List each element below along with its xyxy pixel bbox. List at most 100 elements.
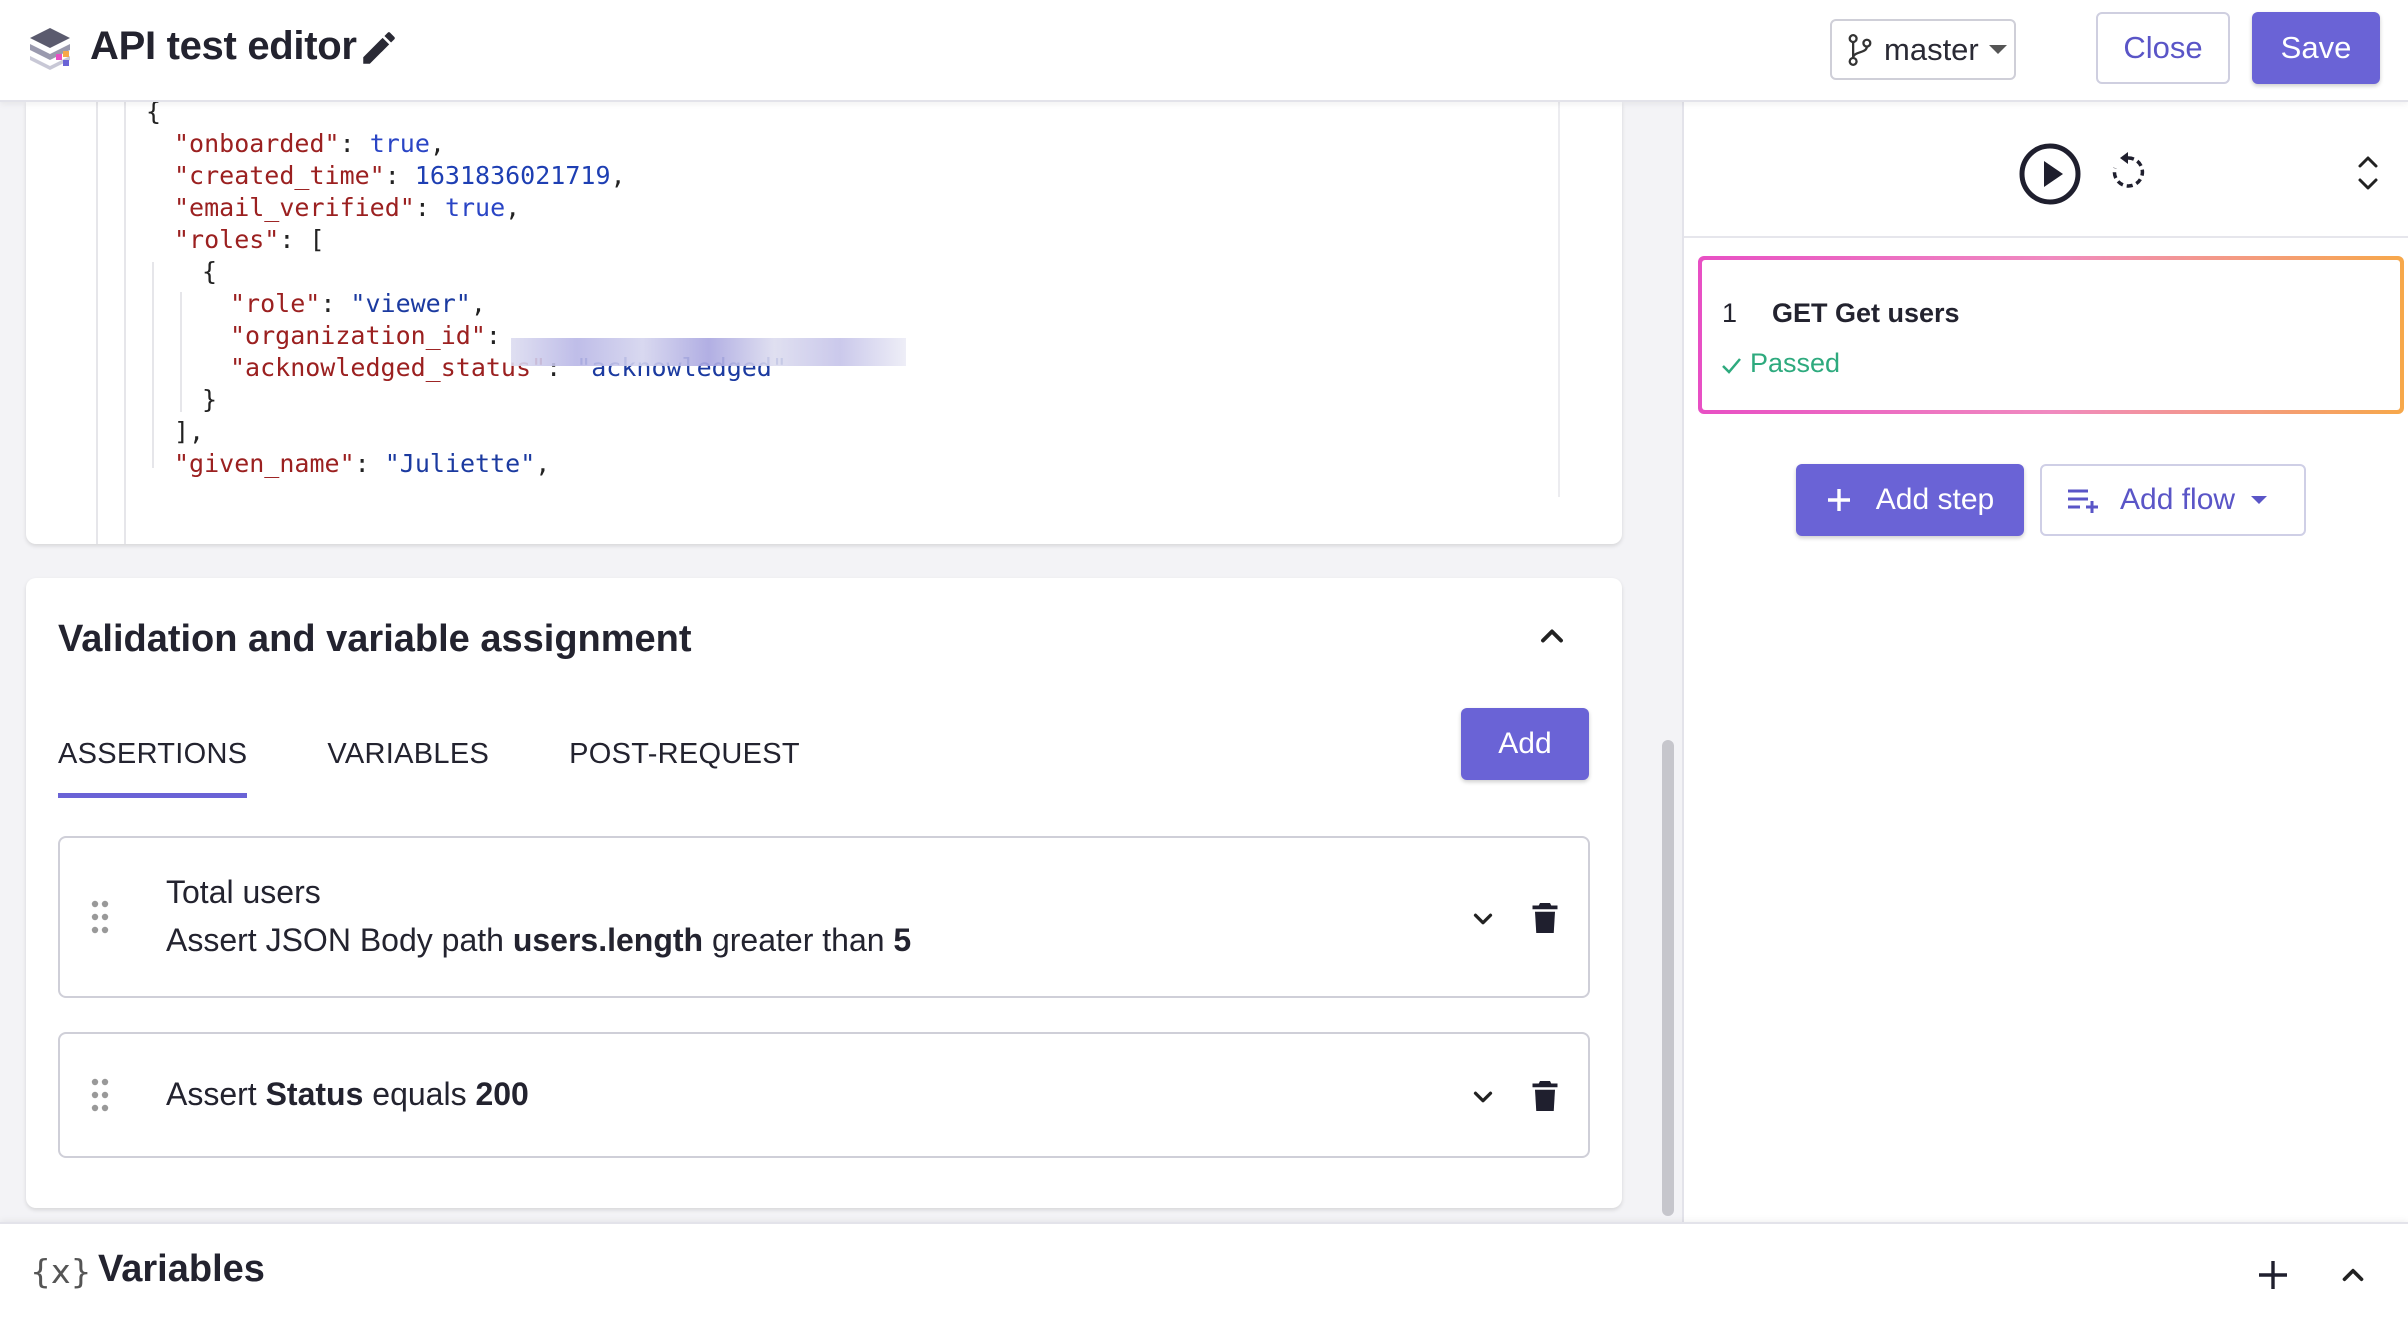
branch-name: master bbox=[1884, 31, 1979, 67]
code-token: : bbox=[414, 193, 445, 222]
code-token: : bbox=[485, 321, 501, 350]
left-pane-scrollbar-thumb[interactable] bbox=[1662, 740, 1674, 1216]
code-line: { bbox=[26, 256, 787, 288]
assertion-operator: equals bbox=[372, 1076, 467, 1112]
assertion-operator: greater than bbox=[711, 922, 885, 958]
code-token: true bbox=[369, 129, 430, 158]
code-scrollbar[interactable] bbox=[1558, 102, 1588, 497]
expand-collapse-icon[interactable] bbox=[2354, 152, 2382, 194]
code-token: "organization_id" bbox=[230, 321, 486, 350]
code-token: , bbox=[470, 289, 486, 318]
code-token: "Juliette" bbox=[384, 449, 536, 478]
code-token: } bbox=[202, 385, 218, 414]
code-token: , bbox=[610, 161, 626, 190]
code-line: "role": "viewer", bbox=[26, 288, 787, 320]
add-flow-button[interactable]: Add flow bbox=[2040, 464, 2306, 536]
redacted-value bbox=[511, 338, 906, 366]
code-line: ], bbox=[26, 416, 787, 448]
add-flow-label: Add flow bbox=[2120, 483, 2236, 516]
git-branch-icon bbox=[1848, 33, 1872, 66]
validation-panel: Validation and variable assignment ASSER… bbox=[26, 578, 1622, 1208]
code-token: "roles" bbox=[174, 225, 280, 254]
close-button[interactable]: Close bbox=[2096, 12, 2230, 84]
step-card[interactable]: 1 GET Get users Passed bbox=[1698, 256, 2404, 414]
page-title: API test editor bbox=[90, 24, 357, 68]
code-line: { bbox=[26, 102, 787, 128]
code-line: "onboarded": true, bbox=[26, 128, 787, 160]
step-title: GET Get users bbox=[1772, 298, 1960, 328]
app-logo-icon bbox=[30, 28, 70, 70]
code-token: true bbox=[444, 193, 506, 222]
run-panel: 1 GET Get users Passed Add step Add flow bbox=[1682, 102, 2408, 1222]
tab-post-request[interactable]: POST-REQUEST bbox=[569, 738, 800, 798]
drag-handle-icon[interactable] bbox=[90, 900, 110, 934]
variables-title: Variables bbox=[98, 1248, 265, 1290]
assertion-item[interactable]: Assert Status equals 200 bbox=[58, 1032, 1590, 1158]
code-line: } bbox=[26, 384, 787, 416]
code-token: : bbox=[320, 289, 351, 318]
variables-icon: {x} bbox=[30, 1252, 92, 1291]
code-token: : bbox=[384, 161, 415, 190]
code-token: "viewer" bbox=[350, 289, 471, 318]
step-status: Passed bbox=[1750, 348, 1841, 378]
assertion-target: users.length bbox=[512, 922, 704, 958]
assertion-prefix: Assert bbox=[166, 1076, 257, 1112]
code-token: 1631836021719 bbox=[414, 161, 611, 190]
add-assertion-button[interactable]: Add bbox=[1461, 708, 1589, 780]
code-token: { bbox=[146, 102, 162, 126]
expand-chevron-up-icon[interactable] bbox=[2336, 1258, 2370, 1292]
code-token: "onboarded" bbox=[174, 129, 340, 158]
add-step-button[interactable]: Add step bbox=[1796, 464, 2024, 536]
delete-trash-icon[interactable] bbox=[1530, 900, 1560, 936]
assertion-name: Total users bbox=[166, 874, 321, 910]
chevron-down-icon bbox=[2251, 496, 2268, 504]
validation-title: Validation and variable assignment bbox=[58, 618, 692, 660]
code-token: { bbox=[202, 257, 218, 286]
assertion-value: 5 bbox=[893, 922, 912, 958]
branch-selector[interactable]: master bbox=[1830, 19, 2016, 80]
expand-chevron-down-icon[interactable] bbox=[1468, 1082, 1498, 1112]
chevron-down-icon bbox=[1988, 45, 2007, 54]
tab-variables[interactable]: VARIABLES bbox=[327, 738, 489, 798]
code-token: "role" bbox=[230, 289, 321, 318]
run-controls bbox=[1684, 102, 2408, 238]
delete-trash-icon[interactable] bbox=[1530, 1078, 1560, 1114]
reset-icon[interactable] bbox=[2108, 150, 2148, 194]
step-number: 1 bbox=[1722, 298, 1738, 328]
assertion-prefix: Assert JSON Body path bbox=[166, 922, 504, 958]
code-token: , bbox=[429, 129, 445, 158]
step-card-body: 1 GET Get users Passed bbox=[1702, 260, 2400, 410]
code-token: ], bbox=[174, 417, 205, 446]
plus-icon bbox=[1827, 489, 1850, 511]
code-token: : bbox=[354, 449, 385, 478]
code-token: "email_verified" bbox=[174, 193, 415, 222]
response-body-panel: {"onboarded": true, "created_time": 16318… bbox=[26, 102, 1622, 544]
code-line: "roles": [ bbox=[26, 224, 787, 256]
add-variable-plus-icon[interactable] bbox=[2256, 1258, 2290, 1292]
code-token: "given_name" bbox=[174, 449, 355, 478]
code-token: , bbox=[535, 449, 551, 478]
assertion-target: Status bbox=[265, 1076, 364, 1112]
playlist-add-icon bbox=[2068, 489, 2098, 513]
code-token: : [ bbox=[279, 225, 325, 254]
code-token: : bbox=[339, 129, 370, 158]
json-code-view[interactable]: {"onboarded": true, "created_time": 16318… bbox=[26, 102, 787, 480]
code-line: "email_verified": true, bbox=[26, 192, 787, 224]
variables-bar: {x} Variables bbox=[0, 1222, 2408, 1322]
code-line: "given_name": "Juliette", bbox=[26, 448, 787, 480]
assertion-item[interactable]: Total users Assert JSON Body path users.… bbox=[58, 836, 1590, 998]
tab-assertions[interactable]: ASSERTIONS bbox=[58, 738, 248, 798]
add-step-label: Add step bbox=[1875, 483, 1995, 516]
edit-pencil-icon[interactable] bbox=[358, 26, 400, 70]
save-button[interactable]: Save bbox=[2252, 12, 2380, 84]
check-icon bbox=[1722, 358, 1741, 374]
code-token: , bbox=[505, 193, 521, 222]
drag-handle-icon[interactable] bbox=[90, 1078, 110, 1112]
assertion-description: Assert Status equals 200 bbox=[166, 1076, 529, 1113]
validation-tabs: ASSERTIONS VARIABLES POST-REQUEST bbox=[58, 738, 880, 798]
collapse-chevron-up-icon[interactable] bbox=[1534, 618, 1570, 654]
code-token: "acknowledged_status" bbox=[230, 353, 547, 382]
expand-chevron-down-icon[interactable] bbox=[1468, 904, 1498, 934]
code-line: "created_time": 1631836021719, bbox=[26, 160, 787, 192]
play-run-icon[interactable] bbox=[2018, 142, 2082, 206]
